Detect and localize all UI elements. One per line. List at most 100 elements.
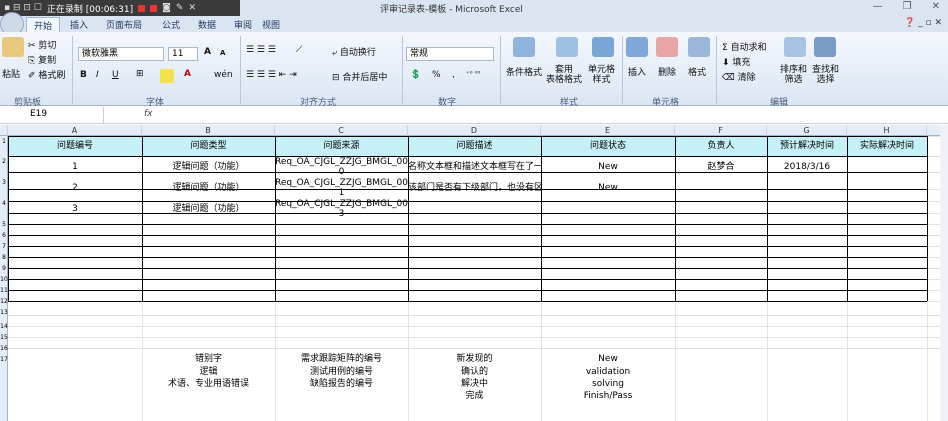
legend-cell[interactable]: 术语、专业用语错误 xyxy=(142,378,275,390)
column-header[interactable]: E xyxy=(541,125,675,136)
row-header[interactable]: 17 xyxy=(0,355,8,365)
help-icon[interactable]: ❓ _ ▫ ✕ xyxy=(904,18,942,28)
font-size-select[interactable]: 11 xyxy=(168,47,198,61)
table-cell[interactable] xyxy=(847,178,927,198)
table-format-button[interactable]: 套用 表格格式 xyxy=(546,65,582,85)
conditional-format-icon[interactable] xyxy=(513,37,535,57)
vertical-scrollbar[interactable] xyxy=(940,125,948,421)
legend-cell[interactable]: solving xyxy=(541,378,675,390)
sort-filter-button[interactable]: 排序和 筛选 xyxy=(780,65,807,85)
column-header[interactable]: B xyxy=(142,125,275,136)
currency-icon[interactable]: 💲 xyxy=(410,70,421,80)
legend-cell[interactable]: 缺陷报告的编号 xyxy=(275,378,408,390)
table-cell[interactable] xyxy=(675,199,767,219)
decimal-icon[interactable]: ⁺⁰ ⁰⁰ xyxy=(466,70,480,78)
row-header[interactable]: 15 xyxy=(0,333,8,343)
sort-filter-icon[interactable] xyxy=(784,37,806,57)
header-cell[interactable]: 实际解决时间 xyxy=(847,137,927,156)
name-box[interactable]: E19 xyxy=(0,107,104,123)
pause-record-icon[interactable] xyxy=(150,4,158,12)
table-cell[interactable]: 逻辑问题（功能） xyxy=(142,157,275,177)
tab-page-layout[interactable]: 页面布局 xyxy=(106,18,142,31)
legend-cell[interactable]: 新发现的 xyxy=(408,353,541,365)
spreadsheet-grid[interactable]: A B C D E F G H 问题编号 问题类型 问题来源 问题描述 问题状态 负责人 预计解决时间 实际解… xyxy=(0,125,948,421)
fill-color-icon[interactable] xyxy=(160,69,174,83)
table-cell[interactable] xyxy=(847,157,927,177)
cell-style-button[interactable]: 单元格 样式 xyxy=(588,65,615,85)
row-header[interactable]: 12 xyxy=(0,297,8,307)
row-header[interactable]: 10 xyxy=(0,275,8,285)
clear-button[interactable]: ⌫ 清除 xyxy=(722,70,756,83)
table-cell[interactable]: 赵梦合 xyxy=(675,157,767,177)
format-button[interactable]: 格式 xyxy=(688,65,706,78)
autosum-button[interactable]: Σ 自动求和 xyxy=(722,40,767,53)
paste-button[interactable]: 粘贴 xyxy=(2,67,20,80)
row-header[interactable]: 2 xyxy=(0,157,8,167)
format-painter-button[interactable]: ✐ 格式刷 xyxy=(28,68,65,81)
underline-button[interactable]: U xyxy=(112,70,119,80)
conditional-format-button[interactable]: 条件格式 xyxy=(506,65,542,78)
delete-cell-icon[interactable] xyxy=(656,37,678,57)
column-header[interactable]: D xyxy=(408,125,541,136)
table-cell[interactable]: 该部门是否有下级部门，也没有区分出 xyxy=(408,178,541,198)
border-icon[interactable]: ⊞ xyxy=(136,69,144,79)
table-cell[interactable]: 1 xyxy=(8,157,142,177)
header-cell[interactable]: 问题状态 xyxy=(541,137,675,156)
table-cell[interactable] xyxy=(541,199,675,219)
tab-data[interactable]: 数据 xyxy=(198,18,216,31)
row-header[interactable]: 1 xyxy=(0,137,8,147)
table-cell[interactable]: Req_OA_CJGL_ZZJG_BMGL_002 3 xyxy=(275,199,408,219)
table-cell[interactable]: Req_OA_CJGL_ZZJG_BMGL_002 1 xyxy=(275,178,408,198)
column-header[interactable]: C xyxy=(275,125,408,136)
close-button[interactable]: ✕ xyxy=(932,1,940,12)
row-header[interactable]: 8 xyxy=(0,253,8,263)
table-cell[interactable]: New xyxy=(541,157,675,177)
paste-icon[interactable] xyxy=(2,37,24,57)
find-select-button[interactable]: 查找和 选择 xyxy=(812,65,839,85)
cell-style-icon[interactable] xyxy=(592,37,614,57)
row-header[interactable]: 3 xyxy=(0,178,8,188)
header-cell[interactable]: 问题编号 xyxy=(8,137,142,156)
legend-cell[interactable]: validation xyxy=(541,366,675,378)
tab-view[interactable]: 视图 xyxy=(262,18,280,31)
legend-cell[interactable]: 完成 xyxy=(408,390,541,402)
row-header[interactable]: 14 xyxy=(0,322,8,332)
format-cell-icon[interactable] xyxy=(688,37,710,57)
bold-button[interactable]: B xyxy=(80,70,87,80)
legend-cell[interactable]: Finish/Pass xyxy=(541,390,675,402)
restore-button[interactable]: ❐ xyxy=(903,1,912,12)
column-header[interactable]: H xyxy=(847,125,927,136)
table-cell[interactable] xyxy=(767,178,847,198)
row-header[interactable]: 5 xyxy=(0,220,8,230)
table-cell[interactable] xyxy=(408,199,541,219)
wrap-text-button[interactable]: ⤶ 自动换行 xyxy=(332,45,376,58)
tab-formulas[interactable]: 公式 xyxy=(162,18,180,31)
legend-cell[interactable]: 解决中 xyxy=(408,378,541,390)
table-cell[interactable]: 3 xyxy=(8,199,142,219)
table-cell[interactable]: New xyxy=(541,178,675,198)
column-header[interactable]: F xyxy=(675,125,767,136)
table-cell[interactable]: 逻辑问题（功能） xyxy=(142,199,275,219)
italic-button[interactable]: I xyxy=(96,70,99,80)
delete-button[interactable]: 删除 xyxy=(658,65,676,78)
column-header[interactable]: A xyxy=(8,125,142,136)
legend-cell[interactable]: 逻辑 xyxy=(142,366,275,378)
header-cell[interactable]: 负责人 xyxy=(675,137,767,156)
row-header[interactable]: 11 xyxy=(0,286,8,296)
close-recording-icon[interactable]: ✕ xyxy=(188,3,196,13)
align-top-icon[interactable]: ☰ ☰ ☰ xyxy=(246,45,276,55)
header-cell[interactable]: 问题类型 xyxy=(142,137,275,156)
legend-cell[interactable]: 需求跟踪矩阵的编号 xyxy=(275,353,408,365)
table-format-icon[interactable] xyxy=(556,37,578,57)
find-icon[interactable] xyxy=(814,37,836,57)
percent-button[interactable]: % xyxy=(432,70,441,80)
number-format-select[interactable]: 常规 xyxy=(406,47,494,61)
legend-cell[interactable]: 确认的 xyxy=(408,366,541,378)
table-cell[interactable]: 2018/3/16 xyxy=(767,157,847,177)
copy-button[interactable]: ⎘ 复制 xyxy=(28,53,56,66)
comma-button[interactable]: , xyxy=(452,70,455,80)
column-header[interactable]: G xyxy=(767,125,847,136)
row-header[interactable]: 4 xyxy=(0,199,8,209)
row-header[interactable]: 13 xyxy=(0,308,8,318)
font-color-button[interactable]: A xyxy=(184,69,191,79)
